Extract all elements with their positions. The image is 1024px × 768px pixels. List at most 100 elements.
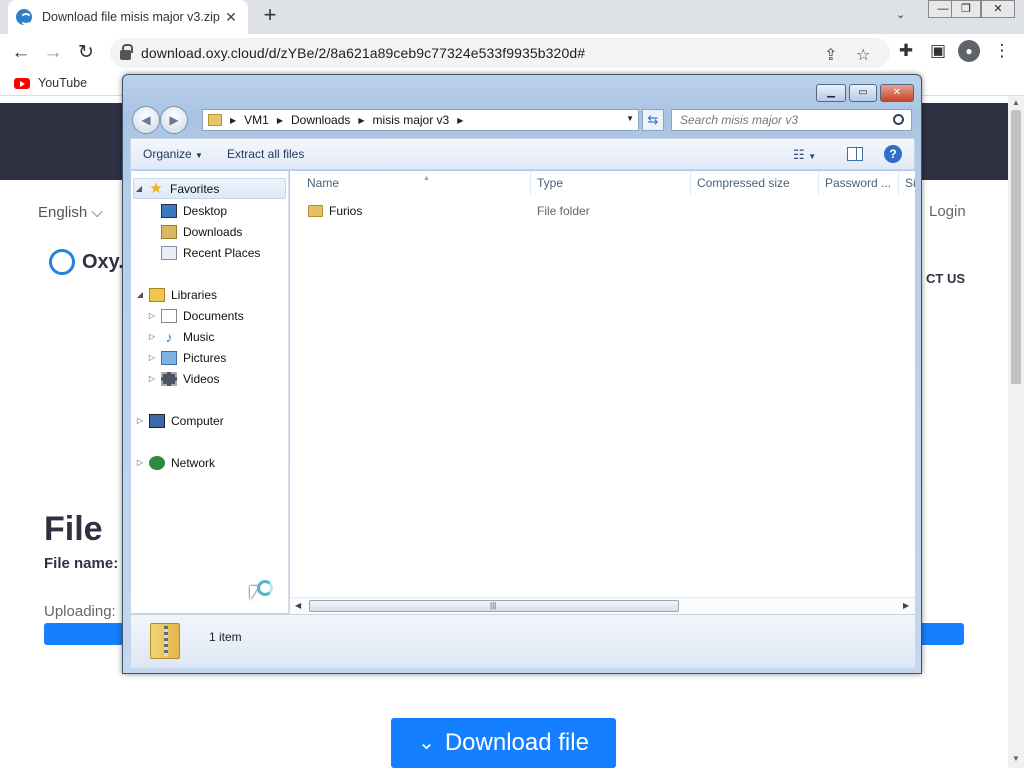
nav-downloads[interactable]: Downloads (161, 221, 242, 242)
star-icon[interactable]: ☆ (856, 45, 870, 65)
nav-favorites[interactable]: ◢ ★ Favorites (133, 178, 286, 199)
new-tab-button[interactable]: + (258, 4, 282, 28)
scroll-left-icon[interactable]: ◀ (295, 601, 301, 610)
file-name[interactable]: Furios (329, 204, 362, 218)
window-close-icon[interactable]: ✕ (981, 0, 1015, 18)
nav-network[interactable]: ▷ Network (135, 452, 215, 473)
explorer-command-bar: Organize ▼ Extract all files ☷ ▼ ? (130, 138, 915, 170)
explorer-forward-icon[interactable]: ▶ (160, 106, 188, 134)
reload-icon[interactable]: ↻ (73, 40, 99, 66)
collapsed-triangle-icon[interactable]: ▷ (147, 374, 157, 383)
column-header-name[interactable]: Name ▲ (301, 171, 531, 195)
nav-label: Music (183, 329, 215, 344)
help-icon[interactable]: ? (884, 145, 902, 163)
breadcrumb-arrow-icon[interactable]: ▶ (230, 116, 236, 125)
breadcrumb-arrow-icon[interactable]: ▶ (277, 116, 283, 125)
column-header-size[interactable]: Si (899, 171, 915, 195)
dialog-maximize-icon[interactable]: ▭ (849, 84, 877, 102)
nav-pictures[interactable]: ▷ Pictures (147, 347, 226, 368)
dialog-minimize-icon[interactable]: ▁ (816, 84, 846, 102)
column-header-compressed-size[interactable]: Compressed size (691, 171, 819, 195)
nav-label: Favorites (170, 181, 220, 196)
breadcrumb-misis-major[interactable]: misis major v3 (373, 113, 450, 127)
search-icon[interactable] (893, 114, 904, 125)
nav-computer[interactable]: ▷ Computer (135, 410, 224, 431)
tab-close-icon[interactable]: ✕ (222, 9, 240, 26)
expanded-triangle-icon[interactable]: ◢ (135, 290, 145, 299)
back-arrow-icon[interactable]: ← (8, 40, 34, 66)
nav-label: Videos (183, 371, 220, 386)
nav-videos[interactable]: ▷ Videos (147, 368, 219, 389)
extract-all-button[interactable]: Extract all files (215, 147, 316, 161)
organize-label: Organize (143, 147, 192, 161)
busy-spinner-icon (257, 580, 273, 596)
scroll-right-icon[interactable]: ▶ (903, 601, 909, 610)
explorer-search-input[interactable]: Search misis major v3 (671, 109, 912, 131)
oxy-favicon-icon (16, 9, 32, 25)
views-icon[interactable]: ☷ ▼ (793, 147, 816, 163)
explorer-address-bar[interactable]: ▶ VM1 ▶ Downloads ▶ misis major v3 ▶ ▼ (202, 109, 639, 131)
expanded-triangle-icon[interactable]: ◢ (134, 184, 144, 193)
browser-tab[interactable]: Download file misis major v3.zip ✕ (8, 0, 248, 34)
libraries-icon (149, 287, 165, 302)
explorer-back-icon[interactable]: ◀ (132, 106, 160, 134)
download-file-button[interactable]: ⌄ Download file (391, 718, 616, 768)
breadcrumb-arrow-icon[interactable]: ▶ (358, 116, 364, 125)
nav-desktop[interactable]: Desktop (161, 200, 227, 221)
collapsed-triangle-icon[interactable]: ▷ (135, 416, 145, 425)
kebab-menu-icon[interactable]: ⋮ (991, 40, 1013, 62)
breadcrumb-downloads[interactable]: Downloads (291, 113, 350, 127)
videos-icon (161, 371, 177, 386)
language-selector[interactable]: English ⌵ (38, 204, 103, 221)
puzzle-icon[interactable]: ✚ (895, 40, 917, 62)
nav-documents[interactable]: ▷ Documents (147, 305, 244, 326)
nav-label: Network (171, 455, 216, 470)
nav-music[interactable]: ▷ ♪ Music (147, 326, 214, 347)
folder-icon (208, 114, 222, 126)
url-text[interactable]: download.oxy.cloud/d/zYBe/2/8a621a89ceb9… (141, 45, 585, 61)
collapsed-triangle-icon[interactable]: ▷ (147, 332, 157, 341)
scroll-up-icon[interactable]: ▲ (1012, 98, 1020, 107)
nav-recent-places[interactable]: Recent Places (161, 242, 260, 263)
nav-label: Documents (183, 308, 244, 323)
share-icon[interactable]: ⇪ (824, 45, 837, 65)
column-header-password[interactable]: Password ... (819, 171, 899, 195)
nav-libraries[interactable]: ◢ Libraries (135, 284, 217, 305)
restore-icon[interactable]: ❐ (951, 0, 981, 18)
profile-icon[interactable]: ● (958, 40, 980, 62)
lock-icon[interactable] (120, 44, 133, 60)
side-panel-icon[interactable]: ▣ (927, 40, 949, 62)
preview-pane-icon[interactable] (847, 147, 863, 161)
scroll-thumb[interactable] (1011, 110, 1021, 384)
page-scrollbar[interactable]: ▲ ▼ (1008, 96, 1024, 768)
chevron-down-icon: ⌵ (91, 204, 103, 221)
dialog-close-icon[interactable]: ✕ (880, 84, 914, 102)
contact-us-link[interactable]: CT US (926, 271, 965, 286)
column-label: Name (307, 176, 340, 190)
scroll-down-icon[interactable]: ▼ (1012, 754, 1020, 763)
collapsed-triangle-icon[interactable]: ▷ (147, 353, 157, 362)
file-type: File folder (537, 204, 590, 218)
collapsed-triangle-icon[interactable]: ▷ (147, 311, 157, 320)
refresh-icon[interactable]: ⇆ (642, 109, 664, 131)
forward-arrow-icon[interactable]: → (40, 40, 66, 66)
details-status-bar: 1 item (131, 614, 915, 668)
double-chevron-down-icon: ⌄ (418, 732, 435, 754)
address-dropdown-icon[interactable]: ▼ (626, 114, 634, 123)
horizontal-scrollbar[interactable]: ◀ ||| ▶ (290, 597, 915, 614)
address-bar[interactable]: download.oxy.cloud/d/zYBe/2/8a621a89ceb9… (110, 38, 890, 68)
tab-search-chevron-icon[interactable]: ⌄ (896, 8, 905, 21)
column-header-type[interactable]: Type (531, 171, 691, 195)
caret-down-icon: ▼ (195, 151, 203, 160)
file-row[interactable]: Furios File folder (290, 201, 910, 221)
organize-button[interactable]: Organize ▼ (131, 147, 215, 161)
breadcrumb-vm1[interactable]: VM1 (244, 113, 269, 127)
nav-label: Libraries (171, 287, 218, 302)
collapsed-triangle-icon[interactable]: ▷ (135, 458, 145, 467)
oxy-logo-icon[interactable] (49, 249, 75, 275)
bookmark-youtube[interactable]: YouTube (14, 76, 87, 90)
login-link[interactable]: Login (929, 203, 966, 220)
horizontal-scroll-thumb[interactable]: ||| (309, 600, 679, 612)
language-label: English (38, 204, 88, 221)
breadcrumb-arrow-icon[interactable]: ▶ (457, 116, 463, 125)
